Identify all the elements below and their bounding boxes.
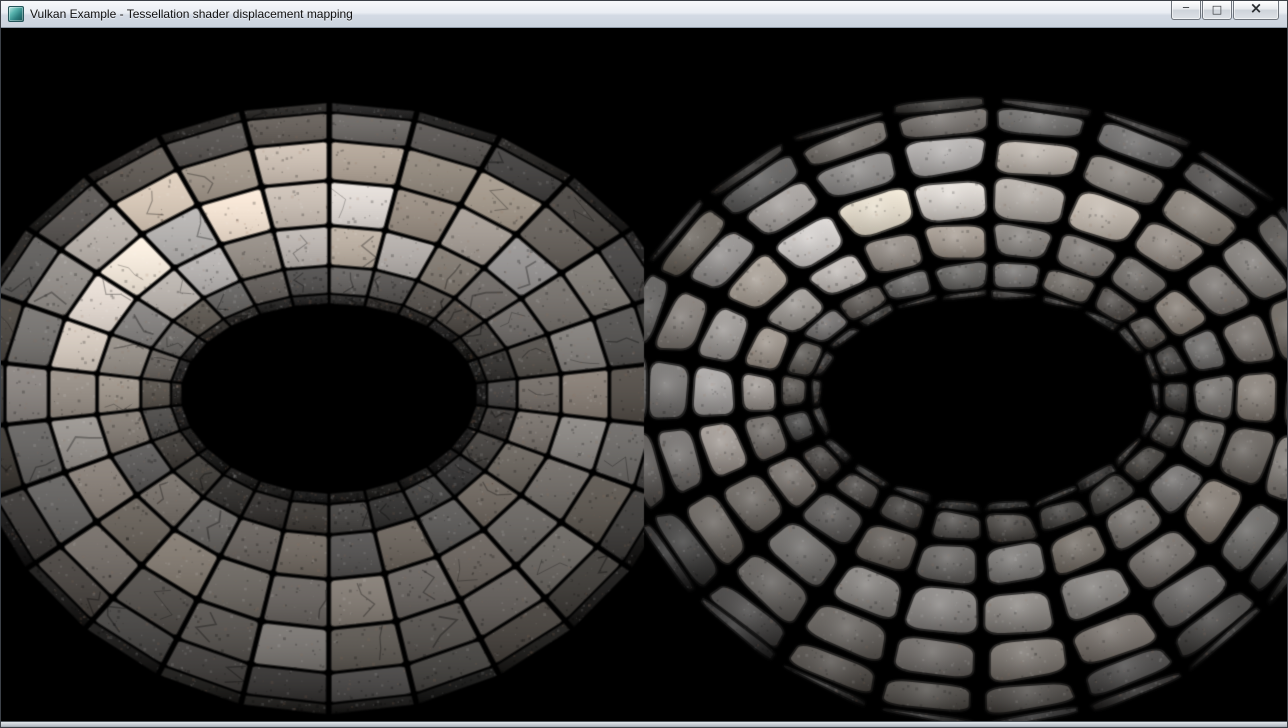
minimize-icon: ─ <box>1183 4 1189 14</box>
close-icon: × <box>1250 1 1263 16</box>
minimize-button[interactable]: ─ <box>1171 1 1201 20</box>
vulkan-app-icon[interactable] <box>8 6 24 22</box>
window-bottom-frame <box>1 721 1287 727</box>
titlebar[interactable]: Vulkan Example - Tessellation shader dis… <box>1 1 1287 28</box>
app-window: Vulkan Example - Tessellation shader dis… <box>0 0 1288 728</box>
vulkan-scene-canvas[interactable] <box>1 28 1287 721</box>
window-controls: ─ □ × <box>1171 1 1279 20</box>
window-title: Vulkan Example - Tessellation shader dis… <box>30 7 353 21</box>
maximize-icon: □ <box>1212 4 1222 15</box>
maximize-button[interactable]: □ <box>1202 1 1232 20</box>
close-button[interactable]: × <box>1233 1 1279 20</box>
render-viewport[interactable] <box>1 28 1287 721</box>
